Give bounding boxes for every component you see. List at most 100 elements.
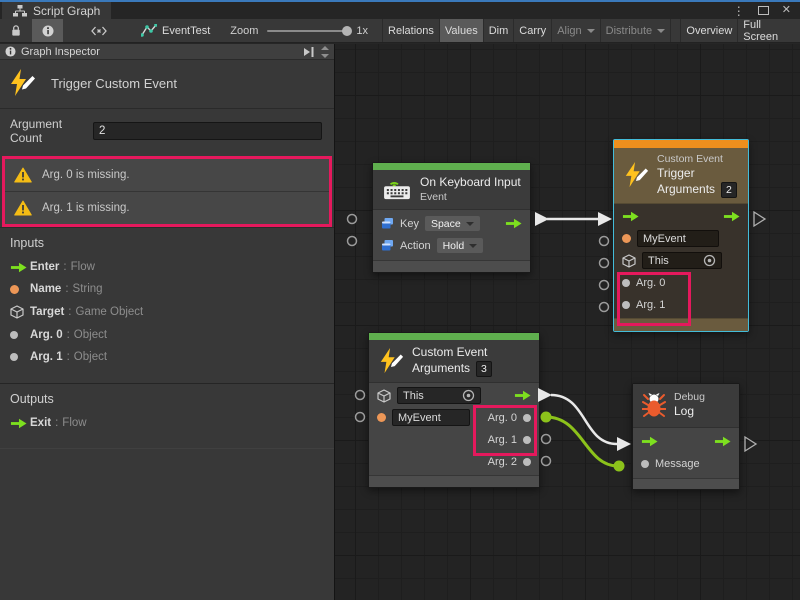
event-name-row: MyEvent — [614, 228, 748, 250]
zoom-slider-knob[interactable] — [342, 26, 352, 36]
object-port[interactable] — [641, 460, 649, 468]
wire-keyboard-to-trigger[interactable] — [535, 212, 612, 226]
lock-button[interactable] — [0, 19, 32, 42]
flow-row — [633, 431, 739, 453]
node-footer — [633, 478, 739, 489]
pin-target: Target : Game Object — [10, 305, 324, 319]
maximize-icon[interactable] — [758, 6, 769, 15]
unit-title: Trigger Custom Event — [51, 76, 177, 91]
target-field[interactable]: This — [642, 252, 722, 269]
node-footer — [373, 260, 530, 272]
graph-canvas[interactable]: On Keyboard Input Event Key Space — [335, 44, 800, 600]
flow-in-port[interactable] — [622, 211, 639, 222]
dock-icon[interactable] — [303, 47, 315, 57]
object-port-icon — [10, 331, 18, 339]
wire-arg0-to-message[interactable] — [541, 412, 625, 472]
flow-out-port[interactable] — [714, 436, 731, 447]
keyboard-icon — [382, 177, 412, 201]
full-screen-button[interactable]: Full Screen — [737, 19, 800, 42]
cube-port[interactable] — [622, 254, 636, 268]
code-preview-button[interactable] — [83, 19, 115, 42]
align-dropdown[interactable]: Align — [551, 19, 599, 42]
action-dropdown[interactable]: Hold — [437, 238, 484, 253]
connected-port[interactable] — [614, 461, 625, 472]
key-row: Key Space — [373, 213, 530, 235]
string-port[interactable] — [377, 413, 386, 422]
script-graph-icon — [13, 5, 27, 17]
inspector-toggle-button[interactable] — [32, 19, 64, 42]
warning-annotation-box: Arg. 0 is missing. Arg. 1 is missing. — [2, 156, 332, 227]
argument-count-label: Argument Count — [10, 117, 93, 145]
close-icon[interactable]: ✕ — [782, 5, 791, 16]
chevron-down-icon — [469, 244, 477, 248]
inspector-header: Graph Inspector — [0, 44, 334, 60]
node-header: On Keyboard Input Event — [373, 170, 530, 210]
custom-event-icon — [623, 162, 649, 188]
custom-event-icon — [378, 348, 404, 374]
script-graph-window: Script Graph ⋮ ✕ EventTest Zoom 1x — [0, 0, 800, 600]
outputs-section: Outputs Exit : Flow — [0, 383, 334, 449]
event-color-bar — [369, 333, 539, 340]
relations-button[interactable]: Relations — [382, 19, 439, 42]
tab-script-graph[interactable]: Script Graph — [2, 2, 111, 19]
node-header: Debug Log — [633, 384, 739, 428]
string-port-icon — [10, 285, 19, 294]
unit-title-block: Trigger Custom Event — [0, 60, 334, 109]
cube-port[interactable] — [377, 389, 391, 403]
target-field[interactable]: This — [397, 387, 481, 404]
wire-receiver-to-debug[interactable] — [538, 388, 631, 451]
code-icon — [91, 26, 107, 36]
connected-port[interactable] — [541, 412, 552, 423]
warning-row: Arg. 1 is missing. — [5, 191, 329, 224]
overview-button[interactable]: Overview — [680, 19, 737, 42]
bug-icon — [642, 392, 666, 418]
warning-icon — [14, 167, 32, 183]
object-out-port[interactable] — [523, 458, 531, 466]
node-header: Custom Event Trigger Arguments 2 — [614, 148, 748, 204]
zoom-slider[interactable] — [267, 30, 349, 32]
flow-in-port[interactable] — [641, 436, 658, 447]
node-on-keyboard-input[interactable]: On Keyboard Input Event Key Space — [372, 162, 531, 273]
inspector-header-title: Graph Inspector — [21, 46, 100, 58]
distribute-dropdown[interactable]: Distribute — [600, 19, 670, 42]
flow-out-port[interactable] — [514, 390, 531, 401]
argument-count-input[interactable]: 2 — [93, 122, 322, 140]
carry-button[interactable]: Carry — [513, 19, 551, 42]
action-row: Action Hold — [373, 235, 530, 257]
flow-out-port[interactable] — [505, 218, 522, 229]
event-color-bar — [373, 163, 530, 170]
inputs-header: Inputs — [10, 236, 324, 250]
object-picker-icon[interactable] — [462, 389, 475, 402]
chevron-down-icon — [587, 29, 595, 33]
form-icon — [381, 217, 394, 230]
event-name-field[interactable]: MyEvent — [637, 230, 719, 247]
node-footer — [369, 475, 539, 487]
zoom-label: Zoom — [230, 25, 258, 37]
values-button[interactable]: Values — [439, 19, 483, 42]
event-name-field[interactable]: MyEvent — [392, 409, 470, 426]
zoom-control: Zoom 1x — [230, 19, 368, 42]
window-menu-icon[interactable]: ⋮ — [733, 5, 745, 17]
string-port[interactable] — [622, 234, 631, 243]
flow-arrow-icon — [10, 418, 27, 429]
spinner-icon[interactable] — [321, 46, 329, 58]
zoom-value: 1x — [356, 25, 368, 37]
object-picker-icon[interactable] — [703, 254, 716, 267]
target-row: This — [614, 250, 748, 272]
window-controls: ⋮ ✕ — [733, 2, 800, 19]
chevron-down-icon — [657, 29, 665, 33]
graph-asset-icon — [141, 24, 157, 37]
flow-out-port[interactable] — [723, 211, 740, 222]
lock-icon — [10, 24, 22, 37]
target-row: This — [369, 385, 539, 407]
annotation-box-trigger-args — [617, 272, 691, 326]
argument-count-row: Argument Count 2 — [0, 109, 334, 154]
key-dropdown[interactable]: Space — [425, 216, 480, 231]
pin-arg0: Arg. 0 : Object — [10, 329, 324, 341]
dim-button[interactable]: Dim — [483, 19, 514, 42]
node-debug-log[interactable]: Debug Log Message — [632, 383, 740, 490]
arguments-count-badge[interactable]: 3 — [476, 361, 492, 377]
graph-breadcrumb[interactable]: EventTest — [141, 19, 210, 42]
message-row: Message — [633, 453, 739, 475]
arguments-count-badge[interactable]: 2 — [721, 182, 737, 198]
